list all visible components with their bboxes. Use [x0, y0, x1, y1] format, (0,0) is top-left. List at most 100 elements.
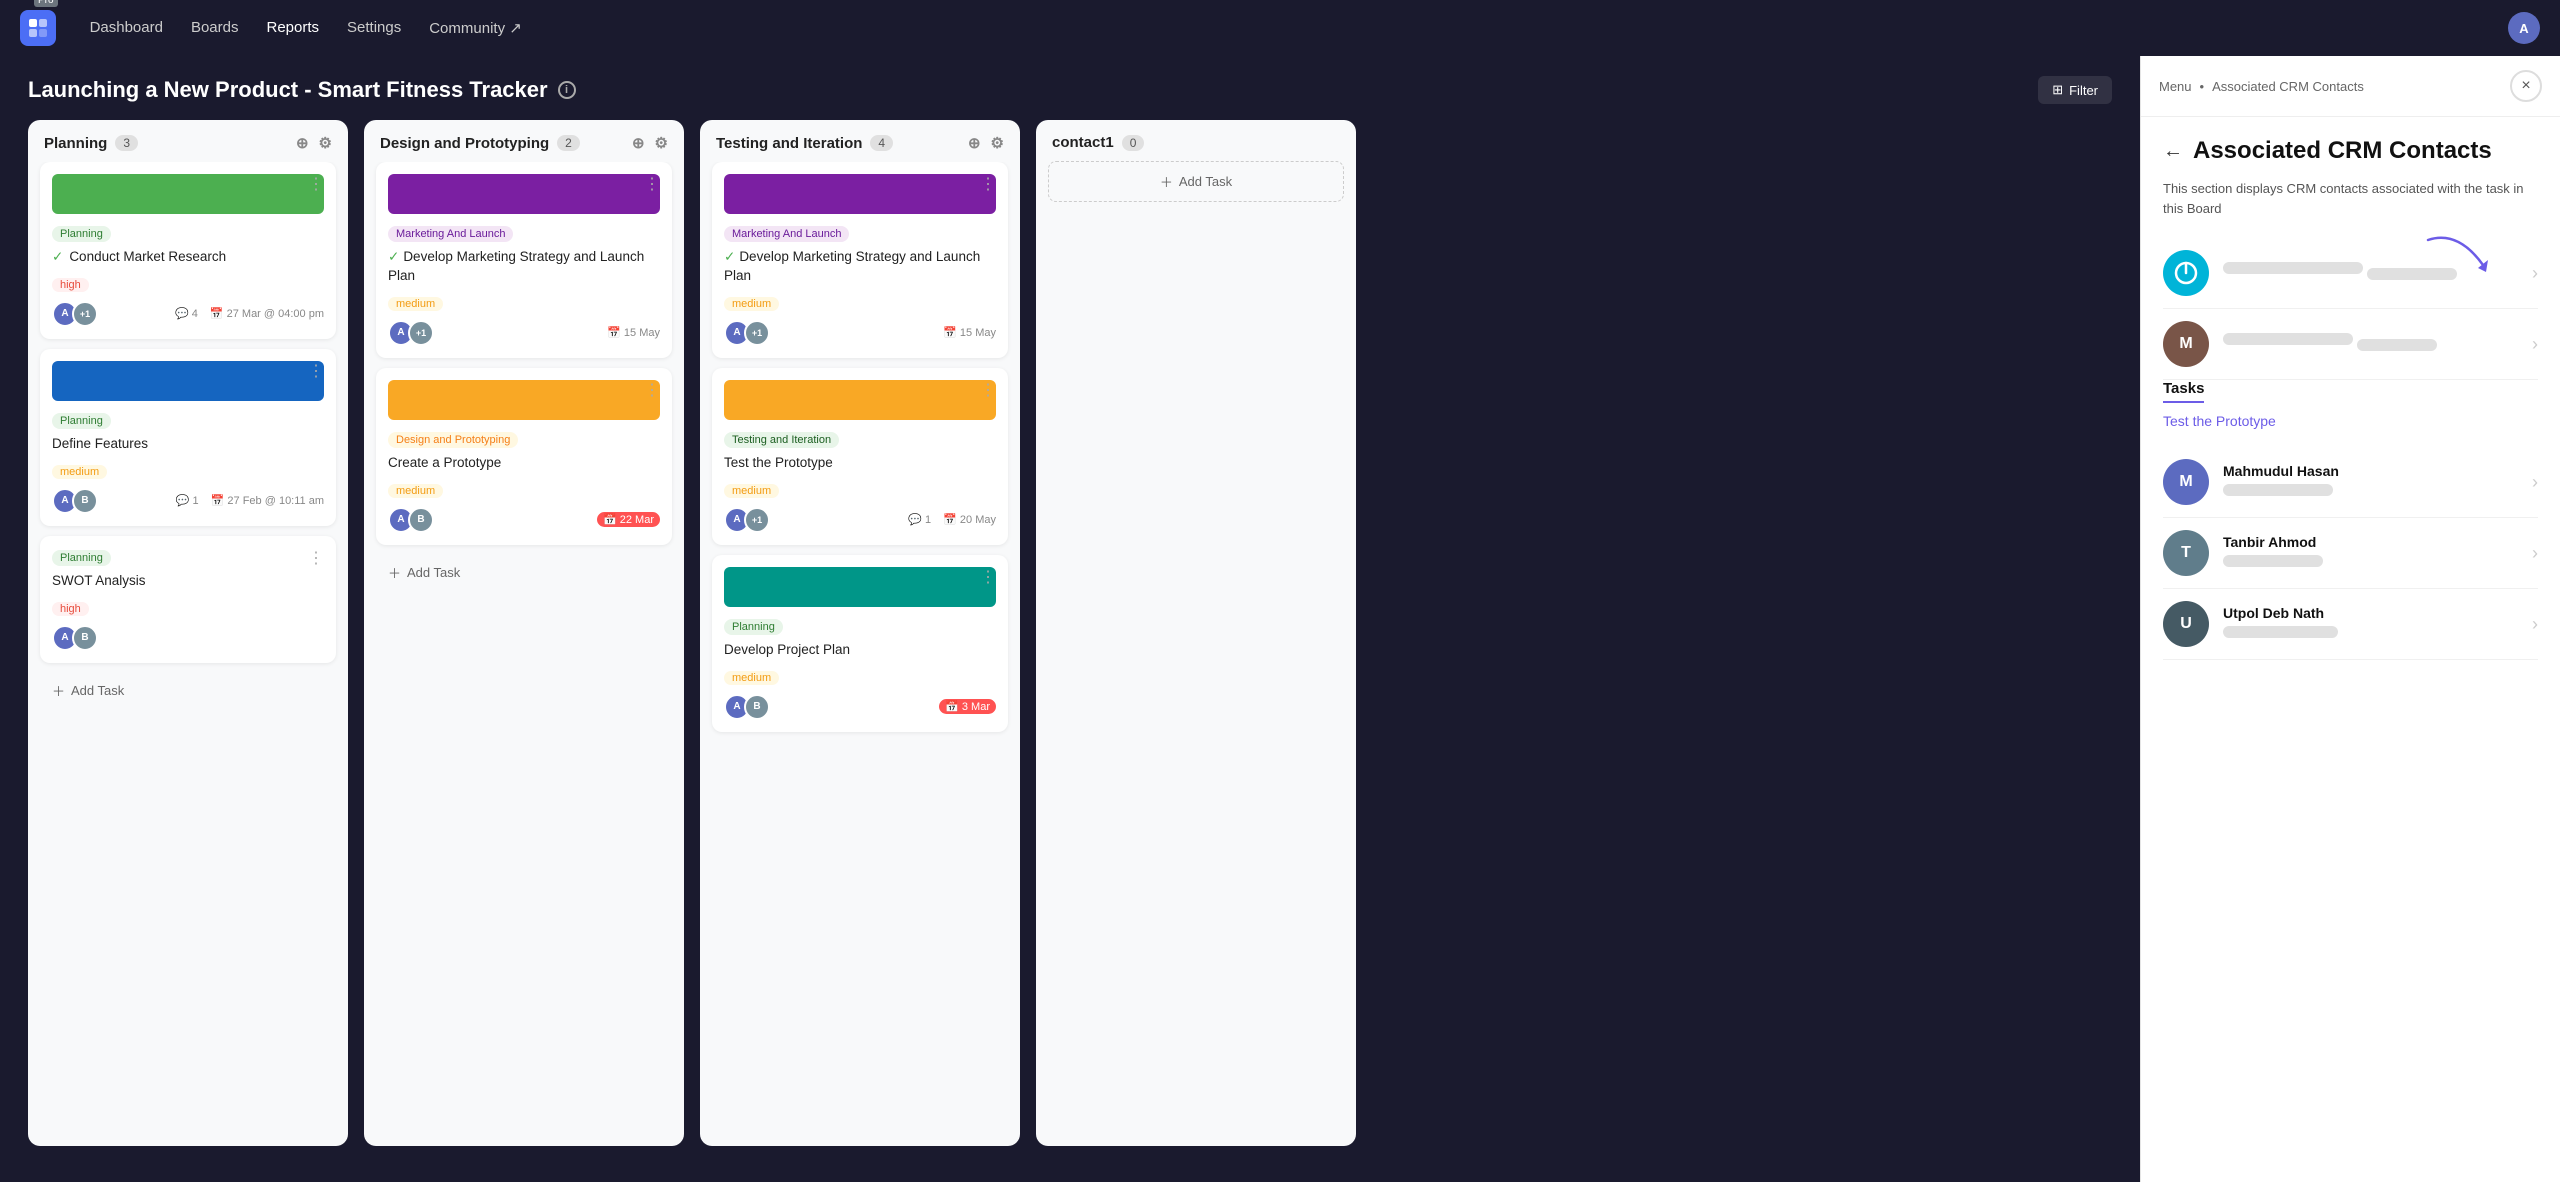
settings-column-icon[interactable]: ⚙	[319, 134, 332, 152]
contact-chevron-icon: ›	[2532, 263, 2538, 284]
card-footer: A B 💬 1 📅 27 Feb @ 10:11 am	[52, 488, 324, 514]
column-testing: Testing and Iteration 4 ⊕ ⚙ ⋮ Marketing …	[700, 120, 1020, 1146]
column-testing-actions[interactable]: ⊕ ⚙	[968, 134, 1004, 152]
panel-close-button[interactable]: ×	[2510, 70, 2542, 102]
card-date: 📅 15 May	[943, 326, 996, 339]
user-avatar[interactable]: A	[2508, 12, 2540, 44]
card-meta: 📅 15 May	[943, 326, 996, 339]
card-define-features: ⋮ Planning Define Features medium A B	[40, 349, 336, 526]
avatar-group: A +1	[52, 301, 98, 327]
contact-avatar-logo	[2163, 250, 2209, 296]
column-design-header: Design and Prototyping 2 ⊕ ⚙	[364, 120, 684, 162]
column-design-title: Design and Prototyping	[380, 135, 549, 152]
add-task-planning[interactable]: ＋ Add Task	[40, 673, 336, 708]
card-more-menu[interactable]: ⋮	[308, 174, 324, 194]
contact-chevron-mahmudul: ›	[2532, 472, 2538, 493]
settings-column-icon[interactable]: ⚙	[991, 134, 1004, 152]
app-logo[interactable]	[20, 10, 56, 46]
column-completed-title: contact1	[1052, 134, 1114, 151]
column-completed-count: 0	[1122, 135, 1145, 151]
nav-settings[interactable]: Settings	[347, 19, 401, 37]
card-more-menu[interactable]: ⋮	[980, 380, 996, 400]
contact-name-blurred-2	[2223, 333, 2353, 345]
card-date: 📅 27 Mar @ 04:00 pm	[210, 307, 324, 320]
card-date-overdue: 📅 3 Mar	[939, 699, 996, 714]
card-more-menu[interactable]: ⋮	[308, 548, 324, 568]
card-date-overdue: 📅 22 Mar	[597, 512, 660, 527]
priority-badge-high: high	[52, 602, 89, 616]
filter-button[interactable]: ⊞ Filter	[2038, 76, 2112, 104]
tasks-label: Tasks	[2163, 380, 2538, 413]
pro-badge: Pro	[34, 0, 58, 7]
card-more-menu[interactable]: ⋮	[644, 174, 660, 194]
add-column-icon[interactable]: ⊕	[632, 134, 645, 152]
contact-item-2[interactable]: M ›	[2163, 309, 2538, 380]
column-testing-title: Testing and Iteration	[716, 135, 862, 152]
card-footer: A +1 📅 15 May	[724, 320, 996, 346]
nav-boards[interactable]: Boards	[191, 19, 239, 37]
card-color-bar	[724, 380, 996, 420]
panel-title-row: ← Associated CRM Contacts	[2163, 137, 2538, 165]
contact-sub-utpol	[2223, 626, 2338, 638]
card-meta: 💬 4 📅 27 Mar @ 04:00 pm	[175, 307, 324, 320]
task-link-test-prototype[interactable]: Test the Prototype	[2163, 413, 2276, 429]
add-task-design[interactable]: ＋ Add Task	[376, 555, 672, 590]
contact-info-2	[2223, 333, 2532, 356]
contact-mahmudul[interactable]: M Mahmudul Hasan ›	[2163, 447, 2538, 518]
column-planning-header: Planning 3 ⊕ ⚙	[28, 120, 348, 162]
column-design: Design and Prototyping 2 ⊕ ⚙ ⋮ Marketing…	[364, 120, 684, 1146]
card-tag-label: Planning	[724, 619, 783, 635]
contact-utpol[interactable]: U Utpol Deb Nath ›	[2163, 589, 2538, 660]
add-column-icon[interactable]: ⊕	[968, 134, 981, 152]
avatar-extra: +1	[744, 507, 770, 533]
card-tag-label: Planning	[52, 413, 111, 429]
contact-section-top: › M	[2163, 238, 2538, 380]
nav-dashboard[interactable]: Dashboard	[90, 19, 163, 37]
card-more-menu[interactable]: ⋮	[644, 380, 660, 400]
add-task-completed[interactable]: ＋ Add Task	[1048, 161, 1344, 202]
contact-avatar-tanbir: T	[2163, 530, 2209, 576]
contact-tanbir[interactable]: T Tanbir Ahmod ›	[2163, 518, 2538, 589]
card-title: SWOT Analysis	[52, 572, 324, 591]
priority-badge-high: high	[52, 278, 89, 292]
panel-breadcrumb-sep: •	[2200, 79, 2205, 94]
column-planning-count: 3	[115, 135, 138, 151]
column-design-actions[interactable]: ⊕ ⚙	[632, 134, 668, 152]
board-header: Launching a New Product - Smart Fitness …	[0, 56, 2140, 120]
panel-breadcrumb-title: Associated CRM Contacts	[2212, 79, 2364, 94]
card-color-bar	[388, 380, 660, 420]
avatar-extra: +1	[744, 320, 770, 346]
nav-community[interactable]: Community ↗	[429, 19, 522, 37]
panel-back-button[interactable]: ←	[2163, 140, 2183, 163]
column-testing-count: 4	[870, 135, 893, 151]
card-color-bar	[724, 174, 996, 214]
avatar-group: A B	[52, 488, 98, 514]
card-date: 📅 27 Feb @ 10:11 am	[211, 494, 324, 507]
info-icon[interactable]: i	[558, 81, 576, 99]
card-more-menu[interactable]: ⋮	[980, 174, 996, 194]
column-completed-header: contact1 0	[1036, 120, 1356, 161]
add-column-icon[interactable]: ⊕	[296, 134, 309, 152]
contact-initial-2: M	[2179, 335, 2192, 353]
card-tag-label: Planning	[52, 550, 111, 566]
contact-name-blurred	[2223, 262, 2363, 274]
card-color-bar	[724, 567, 996, 607]
settings-column-icon[interactable]: ⚙	[655, 134, 668, 152]
card-more-menu[interactable]: ⋮	[980, 567, 996, 587]
avatar-group: A B	[724, 694, 770, 720]
nav-reports[interactable]: Reports	[266, 19, 319, 37]
contact-sub-blurred-2	[2357, 339, 2437, 351]
column-planning-actions[interactable]: ⊕ ⚙	[296, 134, 332, 152]
tasks-section: Tasks Test the Prototype	[2163, 380, 2538, 431]
contact-initial-mahmudul: M	[2179, 473, 2192, 491]
card-meta: 💬 1 📅 27 Feb @ 10:11 am	[176, 494, 324, 507]
card-tag-label: Testing and Iteration	[724, 432, 839, 448]
card-marketing-strategy-design: ⋮ Marketing And Launch ✓Develop Marketin…	[376, 162, 672, 358]
card-color-bar	[52, 361, 324, 401]
planning-cards: ⋮ Planning ✓Conduct Market Research high…	[28, 162, 348, 1146]
card-develop-project-plan: ⋮ Planning Develop Project Plan medium A…	[712, 555, 1008, 732]
card-color-bar	[52, 174, 324, 214]
card-more-menu[interactable]: ⋮	[308, 361, 324, 381]
contact-info-mahmudul: Mahmudul Hasan	[2223, 463, 2532, 501]
board-area: Launching a New Product - Smart Fitness …	[0, 56, 2140, 1182]
